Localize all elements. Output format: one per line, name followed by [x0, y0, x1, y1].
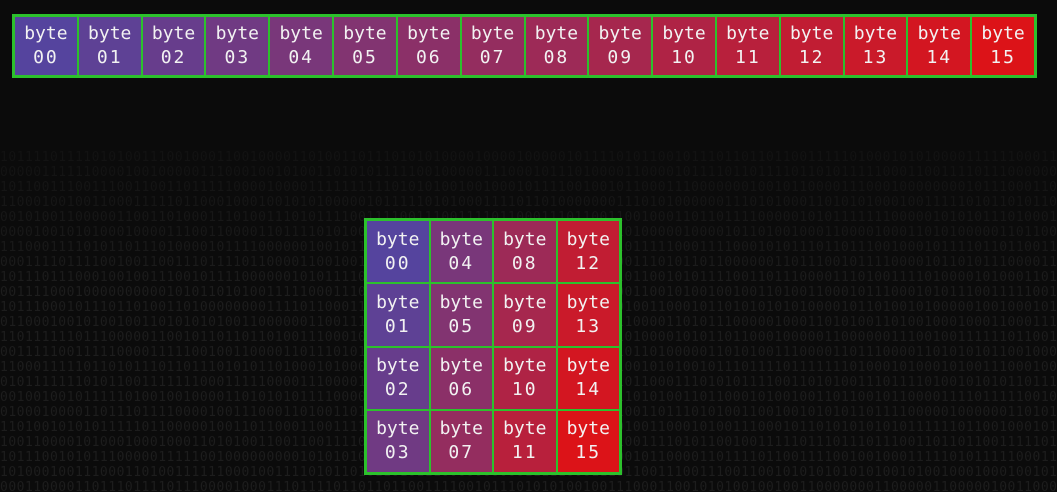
byte-word-label: byte: [566, 418, 610, 440]
byte-word-label: byte: [981, 23, 1025, 44]
byte-word-label: byte: [470, 23, 515, 44]
byte-word-label: byte: [503, 355, 547, 377]
byte-cell-08: byte 08: [524, 16, 589, 76]
linear-byte-array: byte 00 byte 01 byte 02 byte 03 byte 04 byte 05 byte…: [12, 14, 1037, 78]
byte-word-label: byte: [215, 23, 260, 44]
byte-cell-00: byte 00: [366, 220, 430, 284]
byte-index-label: 10: [671, 47, 697, 68]
byte-index-label: 07: [448, 442, 475, 464]
byte-cell-09: byte 09: [493, 283, 557, 347]
byte-index-label: 12: [798, 47, 825, 68]
byte-index-label: 15: [575, 442, 602, 464]
byte-cell-06: byte 06: [396, 16, 461, 76]
byte-index-label: 09: [607, 47, 634, 68]
byte-index-label: 05: [448, 315, 475, 337]
byte-index-label: 05: [352, 47, 378, 68]
byte-index-label: 14: [575, 379, 602, 401]
byte-cell-10: byte 10: [493, 346, 557, 410]
byte-index-label: 11: [735, 47, 761, 68]
byte-index-label: 06: [415, 47, 442, 68]
byte-index-label: 14: [926, 47, 953, 68]
byte-cell-14: byte 14: [907, 16, 972, 76]
byte-index-label: 03: [224, 47, 251, 68]
byte-cell-07: byte 07: [460, 16, 525, 76]
byte-index-label: 08: [543, 47, 570, 68]
byte-cell-05: byte 05: [429, 283, 493, 347]
byte-word-label: byte: [376, 291, 420, 313]
byte-cell-12: byte 12: [556, 220, 620, 284]
byte-cell-01: byte 01: [366, 283, 430, 347]
byte-word-label: byte: [534, 23, 579, 44]
byte-cell-08: byte 08: [493, 220, 557, 284]
byte-word-label: byte: [726, 23, 770, 44]
byte-word-label: byte: [279, 23, 323, 44]
byte-index-label: 08: [511, 252, 538, 274]
byte-index-label: 06: [448, 379, 475, 401]
byte-word-label: byte: [376, 228, 420, 250]
byte-word-label: byte: [566, 228, 610, 250]
byte-index-label: 07: [479, 47, 506, 68]
byte-cell-05: byte 05: [333, 16, 397, 76]
byte-word-label: byte: [88, 23, 132, 44]
byte-word-label: byte: [662, 23, 706, 44]
byte-word-label: byte: [439, 228, 483, 250]
byte-cell-11: byte 11: [493, 409, 557, 473]
byte-word-label: byte: [853, 23, 898, 44]
byte-word-label: byte: [439, 291, 483, 313]
byte-cell-15: byte 15: [971, 16, 1035, 76]
byte-cell-07: byte 07: [429, 409, 493, 473]
byte-cell-03: byte 03: [205, 16, 270, 76]
byte-index-label: 02: [384, 379, 411, 401]
byte-index-label: 11: [511, 442, 538, 464]
byte-word-label: byte: [503, 228, 547, 250]
byte-word-label: byte: [407, 23, 451, 44]
byte-index-label: 10: [511, 379, 538, 401]
byte-index-label: 01: [96, 47, 123, 68]
byte-word-label: byte: [503, 418, 547, 440]
byte-word-label: byte: [789, 23, 834, 44]
byte-index-label: 00: [33, 47, 59, 68]
byte-word-label: byte: [151, 23, 196, 44]
byte-cell-03: byte 03: [366, 409, 430, 473]
byte-index-label: 03: [384, 442, 411, 464]
byte-word-label: byte: [376, 355, 420, 377]
byte-word-label: byte: [566, 291, 610, 313]
byte-cell-11: byte 11: [715, 16, 780, 76]
byte-cell-09: byte 09: [588, 16, 653, 76]
byte-index-label: 13: [575, 315, 602, 337]
byte-index-label: 15: [990, 47, 1016, 68]
byte-index-label: 04: [288, 47, 314, 68]
byte-index-label: 09: [511, 315, 538, 337]
byte-word-label: byte: [439, 355, 483, 377]
byte-state-matrix: byte 00 byte 04 byte 08 byte 12 byte 01 byte 05 byte…: [364, 218, 622, 475]
byte-word-label: byte: [24, 23, 68, 44]
byte-word-label: byte: [503, 291, 547, 313]
byte-cell-04: byte 04: [429, 220, 493, 284]
byte-cell-15: byte 15: [556, 409, 620, 473]
byte-cell-02: byte 02: [141, 16, 206, 76]
byte-cell-14: byte 14: [556, 346, 620, 410]
byte-word-label: byte: [376, 418, 420, 440]
byte-word-label: byte: [439, 418, 483, 440]
byte-cell-10: byte 10: [652, 16, 716, 76]
byte-cell-06: byte 06: [429, 346, 493, 410]
byte-cell-12: byte 12: [779, 16, 844, 76]
byte-word-label: byte: [343, 23, 387, 44]
byte-index-label: 04: [448, 252, 475, 274]
byte-index-label: 12: [575, 252, 602, 274]
byte-cell-13: byte 13: [556, 283, 620, 347]
byte-index-label: 02: [160, 47, 187, 68]
byte-word-label: byte: [566, 355, 610, 377]
byte-index-label: 13: [862, 47, 889, 68]
byte-index-label: 00: [384, 252, 411, 274]
byte-cell-02: byte 02: [366, 346, 430, 410]
byte-cell-01: byte 01: [77, 16, 142, 76]
byte-word-label: byte: [598, 23, 642, 44]
byte-cell-00: byte 00: [14, 16, 78, 76]
byte-index-label: 01: [384, 315, 411, 337]
byte-cell-04: byte 04: [269, 16, 334, 76]
byte-word-label: byte: [917, 23, 961, 44]
byte-cell-13: byte 13: [843, 16, 908, 76]
